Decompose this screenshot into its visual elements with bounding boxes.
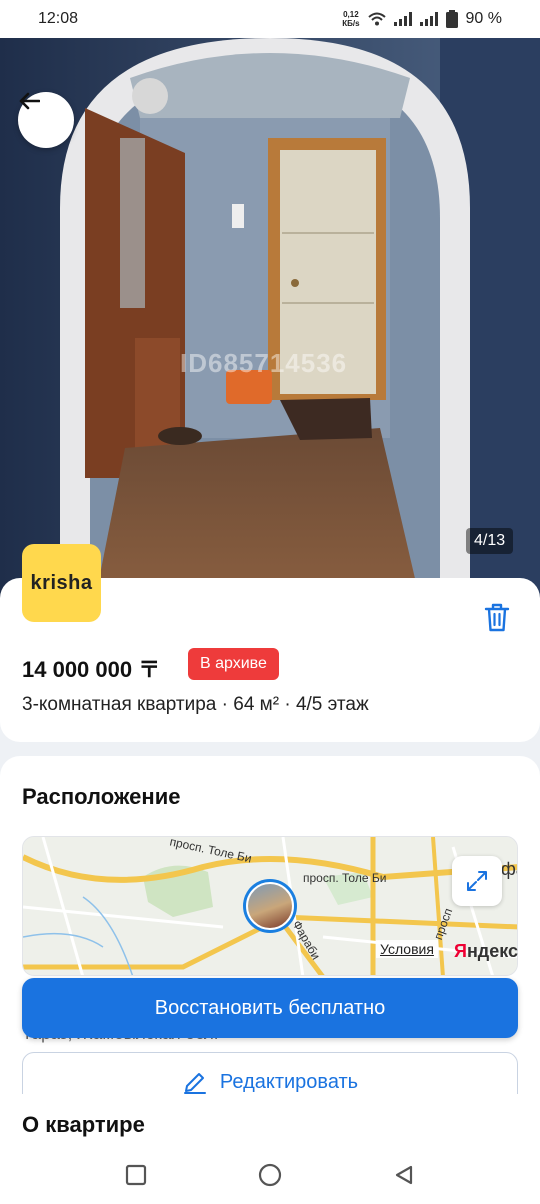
pin-photo-thumbnail <box>246 882 294 930</box>
map-label-street: просп. Толе Би <box>303 871 387 885</box>
battery-level: 90 % <box>465 10 502 27</box>
signal-icon <box>393 12 412 26</box>
back-nav-icon[interactable] <box>393 1164 415 1186</box>
status-badge: В архиве <box>188 648 279 680</box>
map-label-edge: фа <box>501 859 517 879</box>
photo-counter: 4/13 <box>466 528 514 554</box>
edit-button-label: Редактировать <box>219 1070 359 1093</box>
recent-apps-icon[interactable] <box>125 1164 147 1186</box>
photo-watermark: ID685714536 <box>180 348 348 378</box>
wifi-icon <box>367 12 386 26</box>
map-location-pin[interactable] <box>243 879 297 933</box>
location-title: Расположение <box>22 784 181 809</box>
krisha-logo: krisha <box>22 544 101 622</box>
map-terms-link[interactable]: Условия <box>376 940 438 958</box>
signal-icon <box>419 12 438 26</box>
arrow-left-icon <box>19 92 40 110</box>
status-bar: 12:08 0,12 КБ/s 90 % <box>0 0 540 38</box>
listing-description: 3-комнатная квартира · 64 м² · 4/5 этаж <box>22 694 369 715</box>
restore-button[interactable]: Восстановить бесплатно <box>22 978 518 1038</box>
battery-icon <box>445 10 458 28</box>
pencil-icon <box>183 1073 206 1094</box>
map-expand-button[interactable] <box>452 856 502 906</box>
listing-price: 14 000 000 〒 <box>22 657 161 682</box>
listing-photo[interactable]: ID685714536 4/13 <box>0 38 540 600</box>
back-button[interactable] <box>18 92 74 148</box>
status-time: 12:08 <box>38 10 79 27</box>
home-icon[interactable] <box>257 1162 283 1188</box>
net-speed: 0,12 КБ/s <box>342 10 360 28</box>
hallway-image <box>0 38 540 600</box>
status-icons: 0,12 КБ/s 90 % <box>342 10 502 28</box>
system-nav-bar <box>0 1146 540 1204</box>
about-title: О квартире <box>22 1112 145 1137</box>
expand-icon <box>467 871 487 891</box>
trash-icon[interactable] <box>480 600 514 634</box>
yandex-logo: Яндекс <box>454 941 519 961</box>
